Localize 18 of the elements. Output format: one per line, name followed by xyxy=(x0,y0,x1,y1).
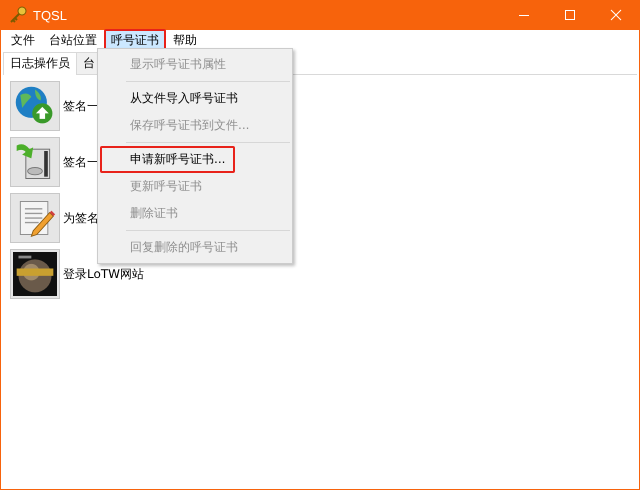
window-title: TQSL xyxy=(33,8,68,22)
action-button[interactable] xyxy=(10,249,60,299)
menu-option: 显示呼号证书属性 xyxy=(100,51,236,78)
action-button[interactable] xyxy=(10,137,60,187)
menu-option: 删除证书 xyxy=(100,200,188,227)
menu-item[interactable]: 帮助 xyxy=(166,28,204,52)
menu-option: 保存呼号证书到文件... xyxy=(100,112,260,139)
menu-option[interactable]: 申请新呼号证书... xyxy=(100,146,236,173)
tab[interactable]: 日志操作员 xyxy=(3,52,77,75)
menu-option: 回复删除的呼号证书 xyxy=(100,234,248,261)
menu-option[interactable]: 从文件导入呼号证书 xyxy=(100,85,248,112)
menu-item[interactable]: 文件 xyxy=(4,28,42,52)
key-icon xyxy=(9,6,27,24)
menu-option: 更新呼号证书 xyxy=(100,173,212,200)
menu-item[interactable]: 台站位置 xyxy=(42,28,104,52)
action-label: 登录LoTW网站 xyxy=(63,266,144,282)
logbook-icon xyxy=(13,252,57,296)
action-label: 为签名 xyxy=(63,210,99,226)
